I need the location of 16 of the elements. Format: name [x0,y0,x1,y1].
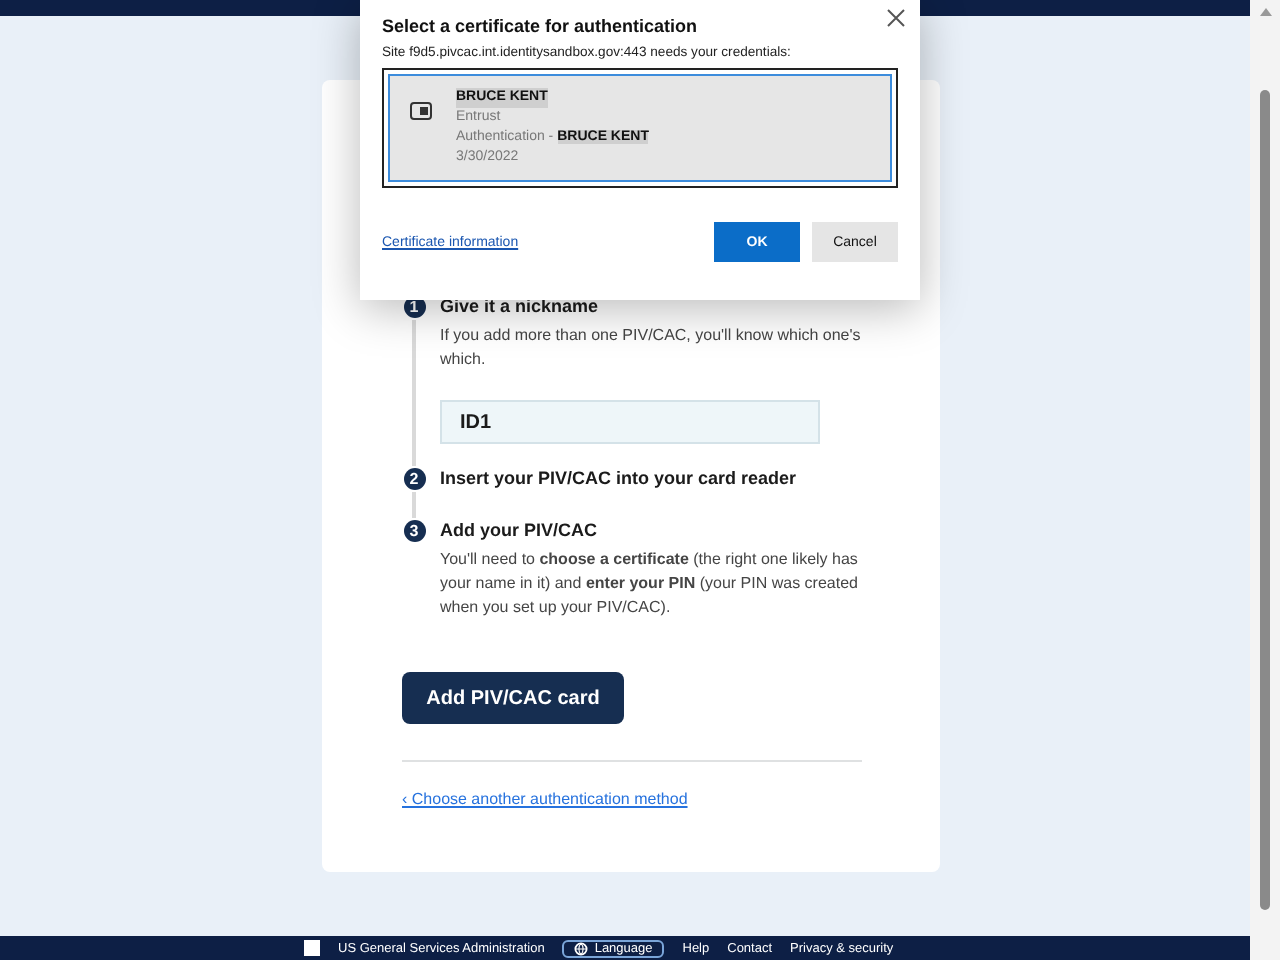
add-card-button[interactable]: Add PIV/CAC card [402,672,624,724]
step-description: If you add more than one PIV/CAC, you'll know which one's which. [440,324,862,372]
scrollbar[interactable] [1250,0,1280,960]
back-link[interactable]: ‹ Choose another authentication method [402,790,688,808]
close-icon[interactable] [886,8,906,28]
dialog-title: Select a certificate for authentication [382,16,700,36]
step-title: Insert your PIV/CAC into your card reader [440,468,799,488]
certificate-card-icon [410,102,432,120]
step-number: 3 [403,520,425,542]
globe-icon [574,941,589,955]
step-title: Give it a nickname [440,296,601,316]
nickname-field[interactable]: ID1 [440,400,820,444]
step-title: Add your PIV/CAC [440,520,600,540]
step-description: You'll need to choose a certificate (the right one likely has your name in it) and enter your PIN (your PIN was created when you set up your PIV/CAC). [440,548,860,620]
scroll-up-icon[interactable] [1259,8,1271,16]
step-number: 2 [403,468,425,490]
